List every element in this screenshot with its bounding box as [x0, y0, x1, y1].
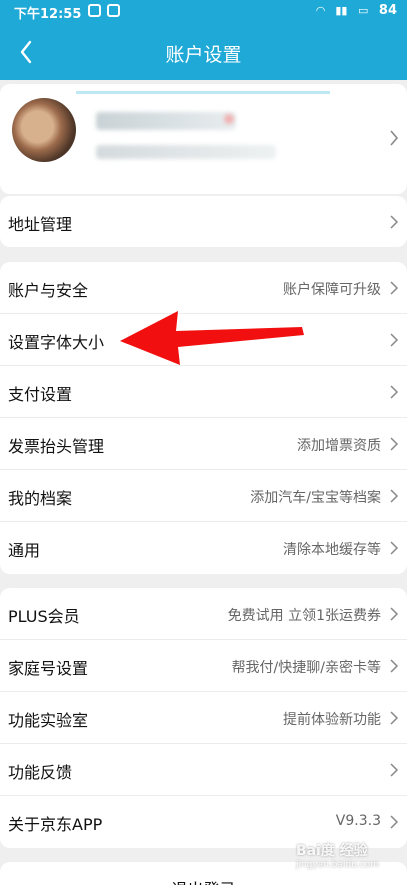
row-value: 添加增票资质	[297, 438, 381, 454]
chevron-right-icon	[390, 130, 399, 146]
chevron-right-icon	[390, 659, 399, 673]
row-feature-lab[interactable]: 功能实验室 提前体验新功能	[0, 692, 407, 744]
app-notification-icon	[88, 4, 101, 17]
row-family-account[interactable]: 家庭号设置 帮我付/快捷聊/亲密卡等	[0, 640, 407, 692]
row-label: 通用	[8, 541, 41, 560]
chevron-right-icon	[390, 281, 399, 295]
row-label: 发票抬头管理	[8, 437, 105, 456]
row-invoice[interactable]: 发票抬头管理 添加增票资质	[0, 418, 407, 470]
row-label: 支付设置	[8, 385, 73, 404]
row-label: 家庭号设置	[8, 659, 89, 678]
row-value: 提前体验新功能	[283, 712, 381, 728]
wifi-icon: ◠	[316, 4, 325, 17]
battery-level: 84	[378, 3, 397, 18]
nav-bar: 账户设置	[0, 24, 407, 80]
chevron-right-icon	[390, 541, 399, 555]
settings-group-3: PLUS会员 免费试用 立领1张运费券 家庭号设置 帮我付/快捷聊/亲密卡等 功…	[0, 588, 407, 848]
row-profile-archive[interactable]: 我的档案 添加汽车/宝宝等档案	[0, 470, 407, 522]
row-font-size[interactable]: 设置字体大小	[0, 314, 407, 366]
row-label: 账户与安全	[8, 281, 89, 300]
chevron-right-icon	[390, 385, 399, 399]
row-value: 清除本地缓存等	[283, 542, 381, 558]
row-label: 功能实验室	[8, 711, 89, 730]
chevron-right-icon	[390, 489, 399, 503]
username-badge-blurred	[224, 114, 234, 124]
settings-group-1: 地址管理	[0, 196, 407, 247]
row-label: 设置字体大小	[8, 333, 105, 352]
avatar	[12, 98, 76, 162]
row-value: 免费试用 立领1张运费券	[227, 608, 381, 624]
watermark: Bai度 经验 jingyan.baidu.com	[296, 840, 379, 870]
watermark-url: jingyan.baidu.com	[295, 860, 379, 870]
chevron-right-icon	[390, 711, 399, 725]
app-notification-icon	[107, 4, 120, 17]
chevron-right-icon	[390, 215, 399, 229]
watermark-title: Bai度 经验	[295, 843, 368, 859]
status-time: 下午12:55	[14, 7, 82, 22]
row-label: 功能反馈	[8, 763, 73, 782]
chevron-right-icon	[390, 607, 399, 621]
profile-highlight	[76, 91, 330, 94]
row-value: 账户保障可升级	[283, 282, 381, 298]
chevron-right-icon	[390, 763, 399, 777]
logout-label: 退出登录	[0, 876, 407, 885]
chevron-right-icon	[390, 437, 399, 451]
row-label: 地址管理	[8, 215, 73, 234]
row-plus-member[interactable]: PLUS会员 免费试用 立领1张运费券	[0, 588, 407, 640]
row-feedback[interactable]: 功能反馈	[0, 744, 407, 796]
battery-icon: ▭	[357, 4, 369, 17]
row-address[interactable]: 地址管理	[0, 196, 407, 247]
row-account-security[interactable]: 账户与安全 账户保障可升级	[0, 262, 407, 314]
row-value: 添加汽车/宝宝等档案	[250, 490, 381, 506]
row-label: 我的档案	[8, 489, 73, 508]
username-blurred	[96, 112, 236, 130]
user-info-blurred	[96, 145, 276, 159]
chevron-right-icon	[390, 815, 399, 829]
row-value: V9.3.3	[335, 813, 381, 829]
signal-icon: ▮▮	[335, 4, 348, 17]
row-value: 帮我付/快捷聊/亲密卡等	[231, 660, 381, 676]
row-label: PLUS会员	[8, 607, 80, 626]
row-payment[interactable]: 支付设置	[0, 366, 407, 418]
status-bar: 下午12:55 ◠ ▮▮ ▭ 84	[0, 0, 407, 24]
chevron-right-icon	[390, 333, 399, 347]
notification-icons	[88, 3, 126, 18]
status-right: ◠ ▮▮ ▭ 84	[316, 3, 397, 18]
row-label: 关于京东APP	[8, 815, 103, 834]
row-general[interactable]: 通用 清除本地缓存等	[0, 522, 407, 574]
settings-group-2: 账户与安全 账户保障可升级 设置字体大小 支付设置 发票抬头管理 添加增票资质 …	[0, 262, 407, 574]
page-title: 账户设置	[165, 44, 242, 66]
